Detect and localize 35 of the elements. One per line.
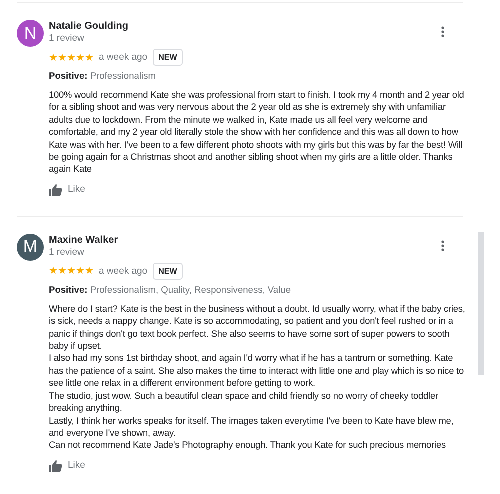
star-icon: ★ (85, 265, 94, 278)
more-options-icon[interactable] (441, 240, 445, 252)
review-text: The studio, just wow. Such a beautiful clean space and child friendly so no worry of cheeky toddler breaking anything. (49, 390, 440, 414)
star-icon: ★ (76, 52, 85, 64)
new-badge: NEW (152, 49, 184, 66)
like-button[interactable]: Like (49, 184, 86, 196)
positive-attributes: Positive: Professionalism (49, 71, 157, 81)
star-icon: ★ (58, 52, 67, 64)
star-icon: ★ (67, 265, 76, 278)
star-icon: ★ (76, 265, 85, 278)
review-count: 1 review (49, 33, 86, 44)
star-icon: ★ (85, 52, 94, 64)
reviewer-name[interactable]: Maxine Walker (49, 234, 118, 246)
star-icon: ★ (67, 52, 76, 64)
more-options-icon[interactable] (441, 26, 445, 38)
star-icon: ★ (49, 52, 58, 64)
review-text: Lastly, I think her works speaks for itself. The images taken everytime I've been to Kate have blew me, and everyone I've shown, away. (49, 414, 455, 440)
reviewer-name[interactable]: Natalie Goulding (49, 21, 128, 32)
review-time: a week ago (99, 266, 148, 277)
positive-attributes: Positive: Professionalism, Quality, Responsiveness, Value (49, 284, 292, 295)
review-count: 1 review (49, 246, 86, 258)
scrollbar[interactable] (478, 232, 484, 375)
star-icon: ★ (58, 265, 67, 278)
avatar: M (17, 234, 44, 261)
like-button[interactable]: Like (49, 460, 86, 472)
review-text: I also had my sons 1st birthday shoot, and again I'd worry what if he has a tantrum or something. Kate has the patience of a saint. She also makes the time to interact with little one and play which is so nice to see little one relax in a different environment before getting to work. (49, 352, 466, 390)
review-text: Can not recommend Kate Jade's Photography enough. Thank you Kate for such precious memories (49, 439, 447, 452)
new-badge: NEW (152, 262, 184, 280)
review-text: Where do I start? Kate is the best in the business without a doubt. Id usually worry, what if the baby cries, is sick, needs a nappy change. Kate is so accommodating, so patient and you don't feel rushed or in a panic if things don't go text book perfect. She also seems to have some sort of super powers to sooth baby if upset. (49, 302, 466, 352)
thumbs-up-icon (49, 184, 63, 196)
star-icon: ★ (49, 265, 58, 278)
review-time: a week ago (99, 52, 148, 63)
avatar: N (17, 20, 44, 47)
review-text: 100% would recommend Kate she was professional from start to finish. I took my 4 month and 2 year old for a sibling shoot and was very nervous about the 2 year old as she is extremely shy with unfamiliar adults due to lockdown. From the minute we walked in, Kate made us all feel very welcome and comfortable, and my 2 year old literally stole the show with her confidence and this was all down to how Kate was with her. I’ve been to a few different photo shoots with my girls but this was by far the best! Will be going again for a Christmas shoot and another sibling shoot when my girls are a little older. Thanks again Kate (49, 89, 466, 176)
thumbs-up-icon (49, 460, 63, 472)
